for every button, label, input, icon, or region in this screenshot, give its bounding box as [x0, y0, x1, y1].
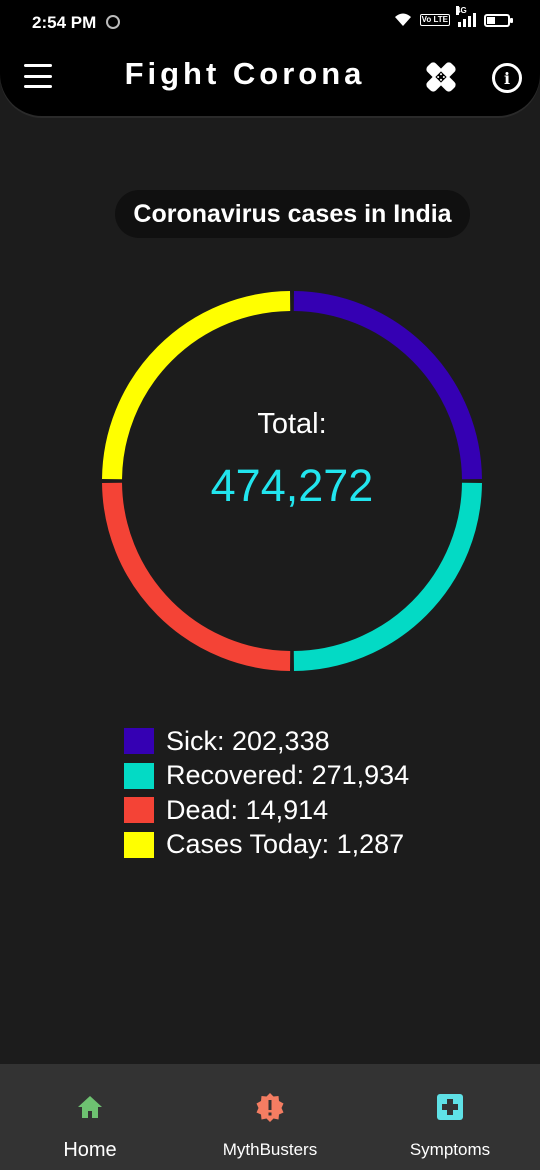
bottom-navigation: Home MythBusters Symptoms	[0, 1064, 540, 1170]
legend-item-sick: Sick: 202,338	[124, 724, 409, 759]
chart-legend: Sick: 202,338 Recovered: 271,934 Dead: 1…	[124, 724, 409, 862]
legend-text-recovered: Recovered: 271,934	[166, 760, 410, 791]
donut-segment-sick	[293, 291, 482, 480]
home-icon	[78, 1096, 102, 1118]
medical-plus-icon	[437, 1094, 463, 1120]
legend-swatch-cases-today	[124, 831, 154, 858]
legend-text-cases-today: Cases Today: 1,287	[166, 829, 405, 860]
legend-text-sick: Sick: 202,338	[166, 725, 330, 756]
total-value: 474,272	[210, 460, 374, 511]
app-screen: 2:54 PM Vo LTE 4G Fight Corona i Coronav…	[0, 0, 540, 1170]
legend-text-dead: Dead: 14,914	[166, 794, 329, 825]
legend-swatch-sick	[124, 728, 154, 755]
total-label: Total:	[257, 408, 327, 440]
nav-mythbusters-label: MythBusters	[222, 1140, 318, 1159]
nav-symptoms[interactable]: Symptoms	[360, 1064, 540, 1170]
cases-donut-chart	[102, 291, 482, 671]
donut-segment-cases-today	[102, 291, 291, 480]
nav-home-label: Home	[63, 1139, 117, 1161]
legend-item-recovered: Recovered: 271,934	[124, 759, 409, 794]
nav-symptoms-label: Symptoms	[409, 1140, 491, 1159]
nav-mythbusters[interactable]: MythBusters	[180, 1064, 360, 1170]
legend-item-cases-today: Cases Today: 1,287	[124, 828, 409, 863]
nav-home[interactable]: Home	[0, 1064, 180, 1170]
alert-badge-icon	[256, 1093, 284, 1122]
legend-item-dead: Dead: 14,914	[124, 793, 409, 828]
legend-swatch-recovered	[124, 762, 154, 789]
legend-swatch-dead	[124, 797, 154, 824]
